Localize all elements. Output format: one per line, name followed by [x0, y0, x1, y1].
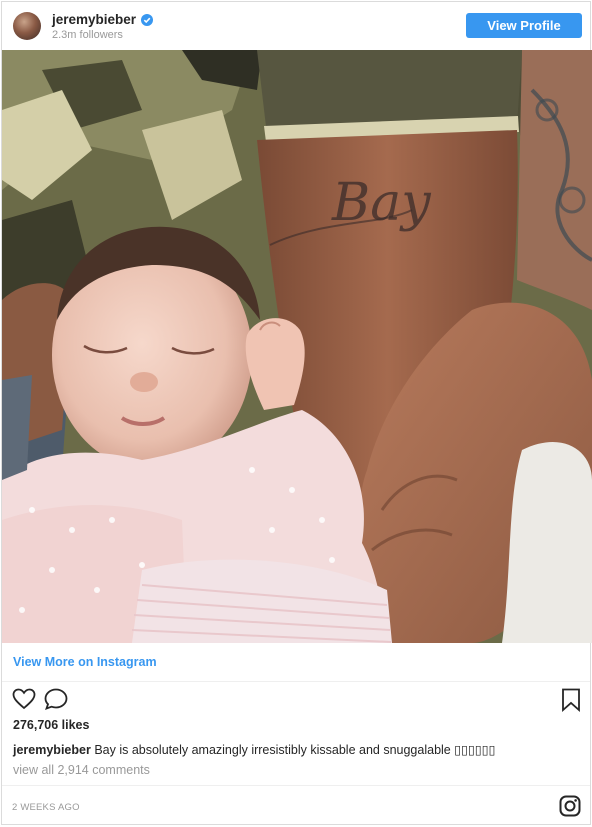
avatar[interactable]	[13, 12, 41, 40]
post-caption: jeremybieber Bay is absolutely amazingly…	[13, 742, 496, 757]
instagram-embed: jeremybieber 2.3m followers View Profile	[1, 1, 592, 826]
view-more-link[interactable]: View More on Instagram	[13, 655, 157, 669]
view-all-comments-link[interactable]: view all 2,914 comments	[13, 763, 150, 777]
timestamp[interactable]: 2 WEEKS AGO	[12, 802, 80, 813]
like-count[interactable]: 276,706 likes	[13, 718, 89, 732]
verified-badge-icon	[141, 13, 154, 26]
caption-text: Bay is absolutely amazingly irresistibly…	[94, 743, 496, 757]
bookmark-icon[interactable]	[561, 688, 581, 712]
view-more-row: View More on Instagram	[2, 643, 590, 682]
heart-icon[interactable]	[12, 688, 36, 710]
username[interactable]: jeremybieber	[52, 12, 136, 27]
comment-icon[interactable]	[44, 688, 68, 710]
post-footer: 2 WEEKS AGO	[2, 785, 590, 826]
post-header: jeremybieber 2.3m followers View Profile	[2, 2, 590, 50]
baby-photo-image: Bay	[2, 50, 592, 643]
follower-count: 2.3m followers	[52, 29, 123, 41]
post-photo[interactable]: Bay	[2, 50, 592, 643]
action-bar	[2, 683, 590, 715]
caption-username[interactable]: jeremybieber	[13, 743, 91, 757]
username-row: jeremybieber	[52, 12, 154, 27]
view-profile-button[interactable]: View Profile	[466, 13, 582, 38]
instagram-logo-icon[interactable]	[559, 795, 581, 817]
